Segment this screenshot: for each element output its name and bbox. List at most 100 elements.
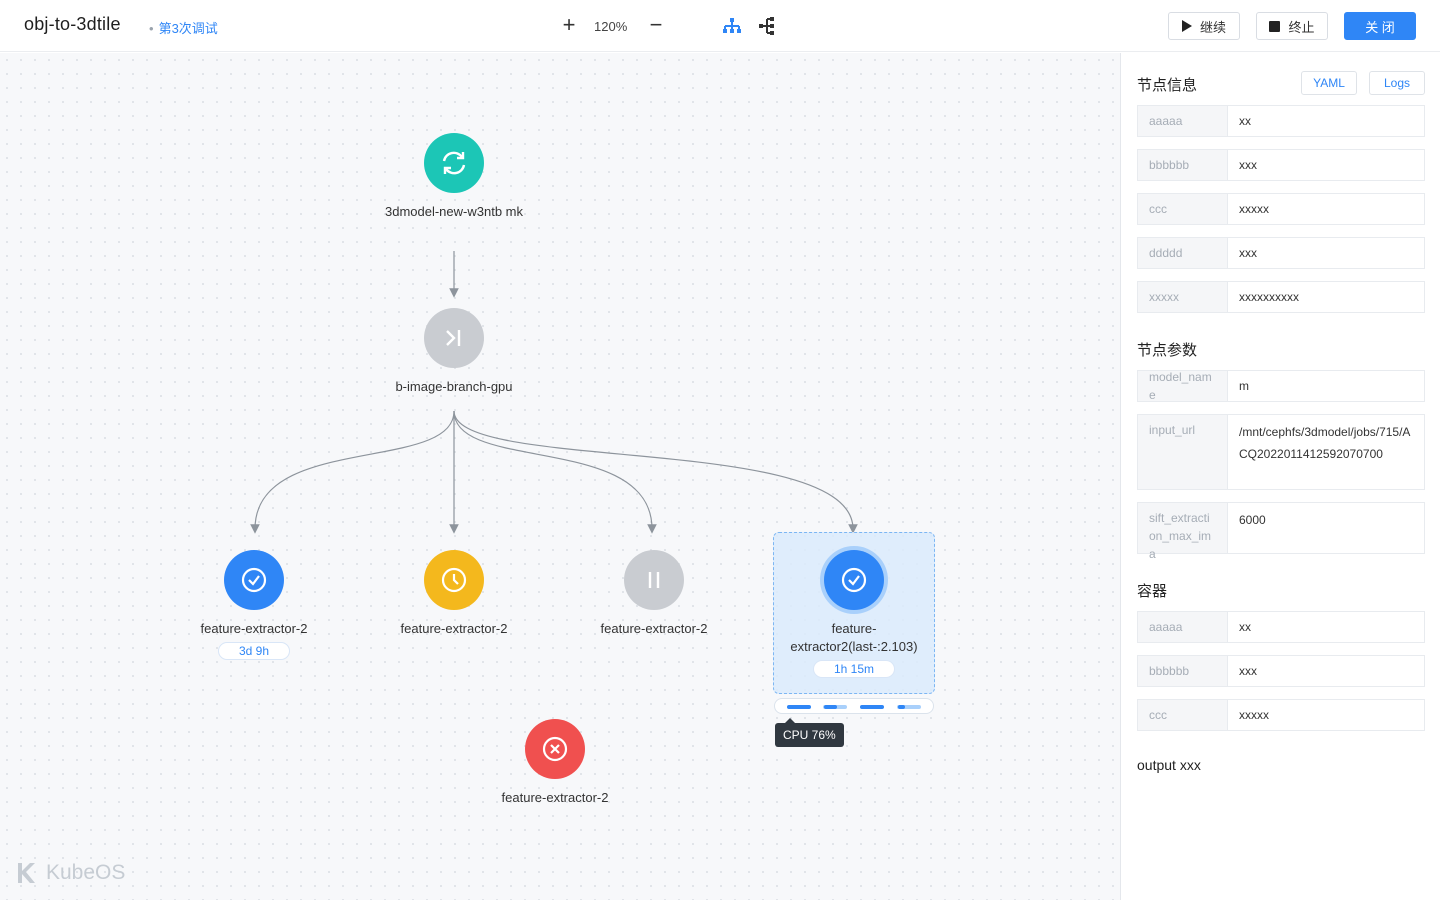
disk-usage-fill (898, 705, 905, 709)
continue-label: 继续 (1199, 19, 1226, 35)
node-label: feature-extractor-2 (501, 790, 609, 805)
info-key: ccc (1138, 194, 1228, 224)
node-feature-extractor-failed[interactable]: feature-extractor-2 (455, 719, 655, 807)
node-label: b-image-branch-gpu (395, 379, 513, 394)
play-icon (1181, 20, 1192, 32)
info-value: xxxxx (1239, 202, 1269, 216)
node-label: feature-extractor-2 (600, 621, 708, 636)
param-value: m (1239, 379, 1249, 393)
container-value: xxxxx (1239, 708, 1269, 722)
duration-badge: 1h 15m (812, 660, 896, 678)
info-value: xxx (1239, 158, 1257, 172)
zoom-in-button[interactable]: + (558, 13, 580, 39)
brand-name: KubeOS (46, 861, 126, 884)
param-key: input_url (1138, 415, 1228, 489)
info-row: aaaaa xx (1137, 105, 1425, 137)
node-label: feature-extractor-2 (200, 621, 308, 636)
brand-logo: KubeOS (16, 861, 125, 885)
node-detail-panel: 节点信息 YAML Logs aaaaa xx bbbbbb xxx ccc x… (1120, 53, 1440, 900)
check-icon (241, 567, 267, 593)
check-icon (841, 567, 867, 593)
node-params-title: 节点参数 (1137, 342, 1198, 359)
info-key: aaaaa (1138, 106, 1228, 136)
edge-branch-to-node-4 (453, 410, 858, 534)
info-value: xx (1239, 114, 1251, 128)
param-row: model_name m (1137, 370, 1425, 402)
zoom-out-button[interactable]: − (645, 13, 667, 39)
output-text: output xxx (1137, 757, 1201, 773)
node-feature-extractor-pending[interactable]: feature-extractor-2 (354, 550, 554, 638)
container-row: bbbbbb xxx (1137, 655, 1425, 687)
info-row: bbbbbb xxx (1137, 149, 1425, 181)
edge-branch-to-node-1 (250, 410, 455, 534)
param-row: input_url /mnt/cephfs/3dmodel/jobs/715/A… (1137, 414, 1425, 490)
node-label-line-1: feature- (831, 621, 877, 636)
node-status-paused[interactable] (624, 550, 684, 610)
info-row: ccc xxxxx (1137, 193, 1425, 225)
node-label: feature- extractor2(last-:2.103) (754, 620, 954, 656)
node-feature-extractor-paused[interactable]: feature-extractor-2 (554, 550, 754, 638)
node-status-pending[interactable] (424, 550, 484, 610)
close-button[interactable]: 关 闭 (1344, 12, 1416, 40)
top-toolbar: obj-to-3dtile • 第3次调试 + 120% − 继续 终止 关 闭 (0, 0, 1440, 52)
yaml-tab[interactable]: YAML (1301, 71, 1357, 95)
info-key: xxxxx (1138, 282, 1228, 312)
horizontal-layout-button[interactable] (757, 16, 777, 36)
run-badge[interactable]: • 第3次调试 (149, 18, 218, 37)
node-label: feature-extractor-2 (400, 621, 508, 636)
sync-icon (442, 151, 466, 175)
gpu-usage-segment[interactable] (860, 705, 884, 709)
container-key: ccc (1138, 700, 1228, 730)
node-status-failed[interactable] (525, 719, 585, 779)
param-key: sift_extraction_max_ima (1138, 503, 1228, 561)
workflow-canvas[interactable]: 3dmodel-new-w3ntb mk b-image-branch-gpu … (0, 53, 1120, 900)
param-key: model_name (1138, 370, 1228, 402)
container-title: 容器 (1137, 583, 1168, 600)
clock-icon (441, 567, 467, 593)
node-status-succeeded[interactable] (824, 550, 884, 610)
container-row: aaaaa xx (1137, 611, 1425, 643)
run-badge-label: 第3次调试 (158, 21, 218, 36)
zoom-level: 120% (594, 19, 628, 34)
tree-horizontal-icon (759, 17, 774, 35)
node-info-title: 节点信息 (1137, 77, 1198, 94)
node-label-line-2: extractor2(last-:2.103) (790, 639, 918, 654)
page-title: obj-to-3dtile (24, 14, 121, 34)
node-status-succeeded[interactable] (224, 550, 284, 610)
param-value: /mnt/cephfs/3dmodel/jobs/715/ACQ20220114… (1239, 425, 1411, 461)
node-feature-extractor-succeeded[interactable]: feature-extractor-2 3d 9h (154, 550, 354, 660)
bullet-dot: • (149, 21, 154, 36)
node-status-running[interactable] (424, 133, 484, 193)
stop-button[interactable]: 终止 (1256, 12, 1328, 40)
info-key: ddddd (1138, 238, 1228, 268)
cpu-usage-segment[interactable] (787, 705, 811, 709)
cpu-usage-tooltip: CPU 76% (775, 718, 844, 747)
stop-icon (1269, 20, 1281, 32)
node-root[interactable]: 3dmodel-new-w3ntb mk (354, 133, 554, 221)
stop-label: 终止 (1288, 19, 1315, 35)
info-value: xxx (1239, 246, 1257, 260)
vertical-layout-button[interactable] (722, 16, 742, 36)
info-row: ddddd xxx (1137, 237, 1425, 269)
param-row: sift_extraction_max_ima 6000 (1137, 502, 1425, 561)
pause-icon (648, 572, 660, 588)
container-row: ccc xxxxx (1137, 699, 1425, 731)
container-key: bbbbbb (1138, 656, 1228, 686)
tree-vertical-icon (723, 18, 741, 33)
duration-badge: 3d 9h (217, 642, 291, 660)
skip-icon (446, 330, 461, 346)
container-value: xxx (1239, 664, 1257, 678)
info-value: xxxxxxxxxx (1239, 290, 1299, 304)
node-feature-extractor-selected[interactable]: feature- extractor2(last-:2.103) 1h 15m (754, 550, 954, 678)
info-row: xxxxx xxxxxxxxxx (1137, 281, 1425, 313)
container-key: aaaaa (1138, 612, 1228, 642)
param-value: 6000 (1239, 513, 1266, 527)
continue-button[interactable]: 继续 (1168, 12, 1240, 40)
node-branch[interactable]: b-image-branch-gpu (354, 308, 554, 396)
resource-usage-bar[interactable] (774, 698, 934, 714)
container-value: xx (1239, 620, 1251, 634)
info-key: bbbbbb (1138, 150, 1228, 180)
logs-tab[interactable]: Logs (1369, 71, 1425, 95)
node-status-skipped[interactable] (424, 308, 484, 368)
node-label: 3dmodel-new-w3ntb mk (384, 204, 523, 219)
